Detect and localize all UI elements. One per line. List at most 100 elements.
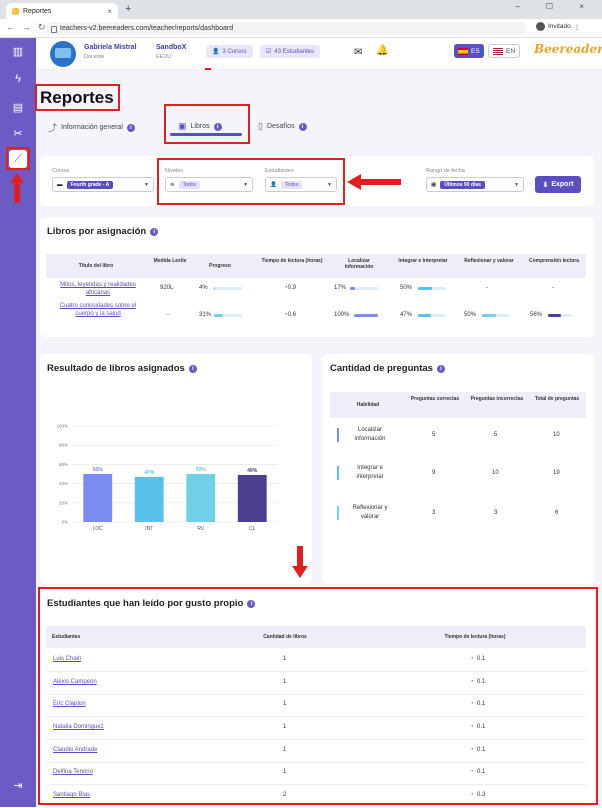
info-icon[interactable]: i [150,227,159,236]
tab-desafios[interactable]: ▯ Desafíos i [258,121,307,132]
comp-value: 56% [530,312,543,318]
progress-value: 4% [199,285,208,291]
info-icon[interactable]: i [298,122,307,131]
courses-select[interactable]: ▬ Fourth grade - A ▼ [52,177,154,192]
reading-time: 0.1 [477,769,486,775]
avatar[interactable] [50,41,76,67]
total-count: 19 [553,470,560,476]
skill-label: Localizar información [354,427,386,442]
courses-pill[interactable]: 👤 3 Cursos [206,45,253,58]
y-tick-label: 100% [56,424,68,429]
book-count: 2 [283,792,287,798]
row-divider [46,694,586,695]
student-name-link[interactable]: Alexis Campeon [53,679,97,685]
student-name-link[interactable]: Delfina Tenorio [53,769,93,775]
school-name: SandboX [156,44,187,51]
lang-es-button[interactable]: ES [454,44,484,58]
tab-informacion-general[interactable]: ⤴ Información general i [48,121,135,134]
info-icon[interactable]: i [247,599,256,608]
book-title-link[interactable]: Mitos, leyendas y realidades africanas [56,281,140,297]
profile-button[interactable]: Invitado ⋮ [536,22,580,31]
info-icon[interactable]: i [188,364,197,373]
tools-icon[interactable]: ✂ [9,124,27,142]
logout-icon[interactable]: ⇥ [9,776,27,794]
lang-en-button[interactable]: EN [488,44,521,58]
tab-title: Reportes [23,7,52,15]
user-icon: 👤 [212,49,220,55]
int-value: 50% [400,285,413,291]
correct-count: 5 [432,432,436,438]
download-icon: ⬇ [542,181,549,189]
export-button[interactable]: ⬇ Export [535,176,581,193]
info-icon[interactable]: i [436,364,445,373]
student-name-link[interactable]: Eric Clapton [53,701,86,707]
student-name-link[interactable]: Natalia Dominguez [53,724,104,730]
info-icon[interactable]: i [126,123,135,132]
url-field[interactable]: teachers-v2.beereaders.com/teacher/repor… [46,22,526,35]
comp-value: - [552,285,554,291]
bar-loc [83,474,113,522]
bar-value-label: 50% [196,467,207,473]
int-bar [418,314,446,317]
loc-bar [350,287,378,290]
col-header: Medida Lexile [153,258,187,264]
book-count: 1 [283,679,287,685]
address-bar-row: ←→↻ teachers-v2.beereaders.com/teacher/r… [0,19,602,38]
row-divider [46,784,586,785]
correct-count: 9 [432,470,436,476]
reading-time: 0.1 [477,656,486,662]
y-tick-label: 20% [59,500,68,505]
results-title: Resultado de libros asignados i [47,363,197,374]
trend-icon: ⤴ [48,123,58,133]
bar-int [134,476,164,522]
book-title-link[interactable]: Cuatro curiosidades sobre el cuerpo y la… [56,302,140,318]
student-name-link[interactable]: Luis Chain [53,656,81,662]
results-bar-chart: 0% 20% 40% 60% 80% 100% 50% LOC 47% INT 50% RV 49% CL [56,424,278,532]
clock-icon: ◔ [470,656,474,662]
skill-color-marker [337,506,339,520]
stats-icon[interactable]: ▥ [9,42,27,60]
incorrect-count: 3 [494,510,498,516]
calendar-icon: ▦ [431,181,437,188]
skill-color-marker [337,428,339,442]
bell-icon[interactable]: 🔔 [376,45,388,56]
reading-time: 0.1 [477,724,486,730]
window-controls[interactable]: – ☐ × [515,2,596,11]
y-tick-label: 80% [59,443,68,448]
bar-cl [237,474,267,522]
browser-tab[interactable]: Reportes × [6,3,118,19]
new-tab-button[interactable]: + [125,3,131,15]
date-label: Rango de fecha [426,168,465,174]
assignment-title: Libros por asignación i [47,226,159,237]
col-header: Habilidad [356,402,380,408]
mail-icon[interactable]: ✉ [354,47,362,58]
skill-label: Integrar e interpretar [356,465,384,480]
bar-value-label: 50% [93,467,104,473]
profile-label: Invitado [548,23,571,30]
total-count: 10 [553,432,560,438]
favicon-icon [12,7,19,15]
clock-icon: ◔ [470,769,474,775]
reading-time: 0.1 [477,679,486,685]
progress-bar [214,314,242,317]
student-name-link[interactable]: Claudio Andrade [53,747,97,753]
menu-dots-icon[interactable]: ⋮ [574,23,581,31]
int-bar [418,287,446,290]
student-name-link[interactable]: Santiago Blas [53,792,90,798]
comp-bar [548,314,572,317]
close-tab-icon[interactable]: × [107,7,112,16]
y-tick-label: 60% [59,462,68,467]
lightning-icon[interactable]: ϟ [9,70,27,88]
browser-tab-bar: Reportes × + – ☐ × [0,0,602,19]
loc-value: 17% [334,285,347,291]
ref-value: - [486,285,488,291]
students-pill[interactable]: ☑ 43 Estudiantes [260,45,321,58]
incorrect-count: 10 [492,470,499,476]
correct-count: 3 [432,510,436,516]
col-header: Reflexionar y valorar [464,258,514,264]
spain-flag-icon [458,47,468,55]
book-nav-icon[interactable]: ▤ [9,98,27,116]
reading-time: 0.1 [477,701,486,707]
clock-icon: ◔ [470,724,474,730]
date-select[interactable]: ▦ Últimos 90 días ▼ [426,177,524,192]
